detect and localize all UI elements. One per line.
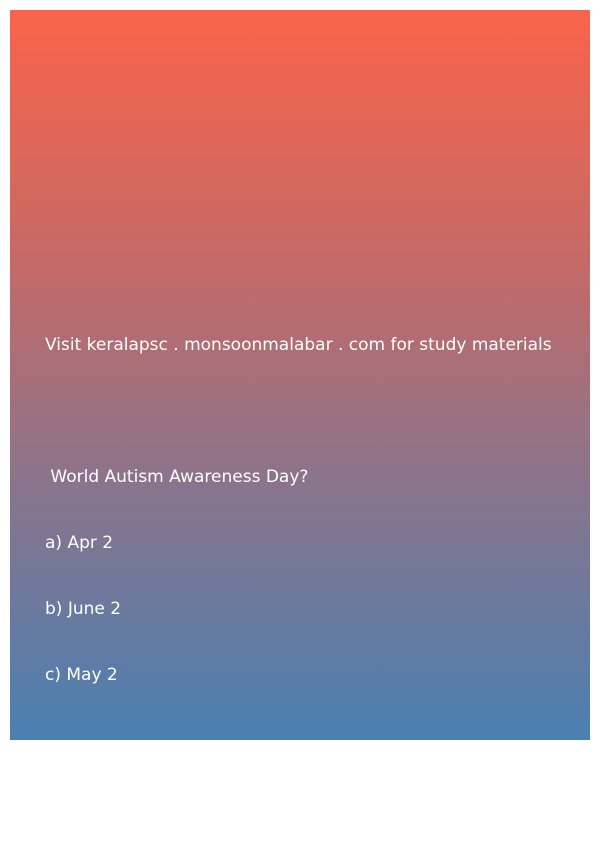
answer-text: Answer: Apr 2 (45, 797, 165, 817)
quiz-content: Visit keralapsc . monsoonmalabar . com f… (45, 290, 570, 862)
option-c: c) May 2 (45, 665, 118, 685)
quiz-card: Visit keralapsc . monsoonmalabar . com f… (10, 10, 590, 817)
question-text: World Autism Awareness Day? (45, 467, 309, 487)
promo-text: Visit keralapsc . monsoonmalabar . com f… (45, 335, 552, 355)
option-b: b) June 2 (45, 599, 122, 619)
option-a: a) Apr 2 (45, 533, 114, 553)
